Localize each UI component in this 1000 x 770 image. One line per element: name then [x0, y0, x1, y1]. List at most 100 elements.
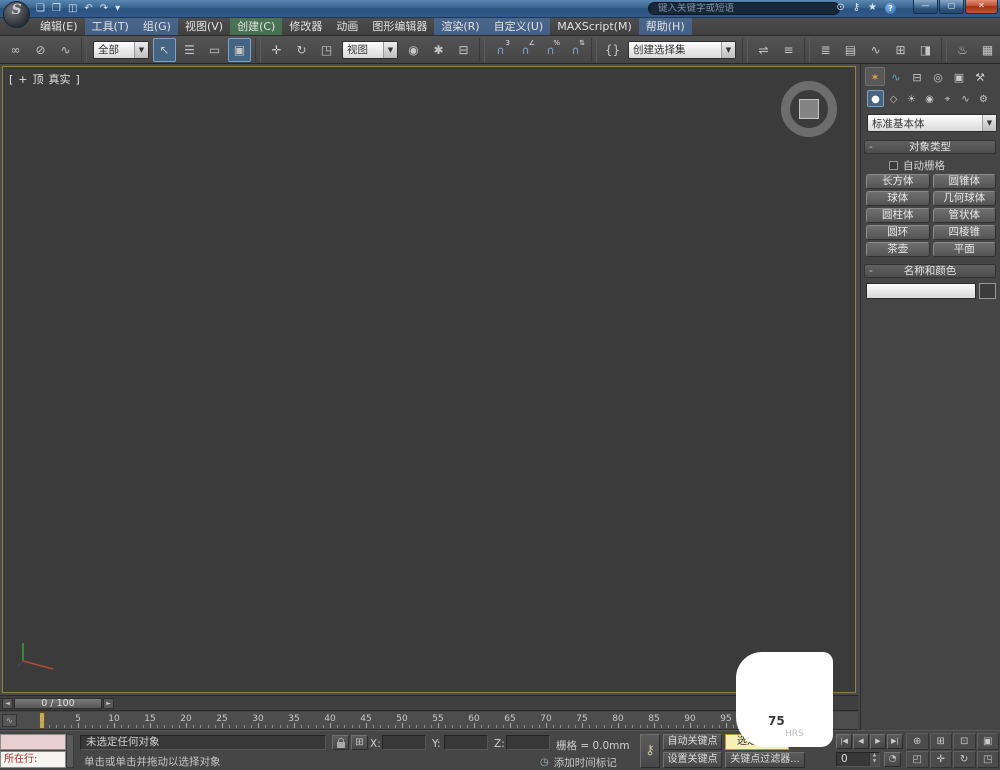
pan-icon[interactable]: ✛: [929, 751, 952, 768]
quick-access-more-icon[interactable]: ▾: [115, 2, 120, 15]
set-key-mode-toggle[interactable]: 设置关键点: [663, 752, 722, 768]
add-time-tag-button[interactable]: ◷ 添加时间标记: [540, 755, 617, 770]
viewport-top[interactable]: [+ 顶真实]: [2, 66, 856, 693]
save-file-icon[interactable]: ◫: [68, 2, 77, 15]
time-slider-handle[interactable]: 0 / 100: [14, 698, 102, 709]
menu-edit[interactable]: 编辑(E): [33, 18, 85, 35]
selection-filter-dropdown[interactable]: 全部 ▼: [93, 40, 149, 59]
reference-coordinate-system-dropdown[interactable]: 视图 ▼: [342, 40, 398, 59]
pyramid-button[interactable]: 四棱锥: [932, 225, 996, 240]
select-and-manipulate-icon[interactable]: ✱: [427, 38, 450, 62]
schematic-view-icon[interactable]: ⊞: [889, 38, 912, 62]
time-slider[interactable]: ◄ 0 / 100 ►: [0, 695, 858, 711]
close-button[interactable]: ✕: [965, 0, 998, 14]
edit-named-selection-sets-icon[interactable]: {}: [601, 38, 624, 62]
material-editor-icon[interactable]: ◨: [914, 38, 937, 62]
menu-graph-editors[interactable]: 图形编辑器: [365, 18, 434, 35]
viewcube-top-face[interactable]: [799, 99, 819, 119]
new-scene-icon[interactable]: ❏: [36, 2, 45, 15]
zoom-extents-icon[interactable]: ⊡: [953, 733, 976, 750]
category-cameras[interactable]: ◉: [921, 90, 938, 107]
zoom-extents-all-icon[interactable]: ▣: [976, 733, 999, 750]
tube-button[interactable]: 管状体: [932, 208, 996, 223]
select-and-rotate-icon[interactable]: ↻: [290, 38, 313, 62]
go-to-end-button[interactable]: ▶|: [887, 734, 903, 749]
named-selection-sets-dropdown[interactable]: 创建选择集 ▼: [628, 40, 736, 59]
selection-lock-toggle[interactable]: [332, 735, 349, 750]
percent-snap-toggle-icon[interactable]: ∩%: [539, 38, 562, 62]
auto-key-toggle[interactable]: 自动关键点: [663, 734, 722, 750]
y-coordinate-field[interactable]: [444, 735, 488, 750]
menu-customize[interactable]: 自定义(U): [486, 18, 551, 35]
window-crossing-toggle-icon[interactable]: ▣: [228, 37, 251, 62]
menu-animation[interactable]: 动画: [329, 18, 365, 35]
menu-create[interactable]: 创建(C): [230, 18, 283, 35]
menu-views[interactable]: 视图(V): [178, 18, 230, 35]
rendered-frame-window-icon[interactable]: ▦: [976, 38, 999, 62]
orbit-icon[interactable]: ↻: [953, 751, 976, 768]
rectangular-selection-region-icon[interactable]: ▭: [203, 38, 226, 62]
teapot-button[interactable]: 茶壶: [866, 242, 930, 257]
object-color-swatch[interactable]: [979, 283, 996, 299]
category-space-warps[interactable]: ∿: [957, 90, 974, 107]
communication-center-icon[interactable]: ⊙: [836, 2, 844, 14]
dropdown-arrow-icon[interactable]: ▼: [721, 41, 735, 58]
x-coordinate-field[interactable]: [382, 735, 426, 750]
menu-help[interactable]: 帮助(H): [638, 18, 692, 35]
sphere-button[interactable]: 球体: [866, 191, 930, 206]
minimize-button[interactable]: —: [913, 0, 938, 14]
mirror-icon[interactable]: ⇌: [752, 38, 775, 62]
open-file-icon[interactable]: ❒: [52, 2, 61, 15]
trackbar-ruler[interactable]: 0510152025303540455055606570758085909510…: [0, 712, 858, 729]
viewport-general-menu[interactable]: +: [18, 73, 27, 86]
help-icon[interactable]: ?: [885, 2, 896, 14]
play-button[interactable]: ▶: [870, 734, 886, 749]
category-geometry[interactable]: ●: [867, 90, 884, 107]
box-button[interactable]: 长方体: [866, 174, 930, 189]
select-and-scale-icon[interactable]: ◳: [315, 38, 338, 62]
viewport-shading-menu[interactable]: 真实: [49, 73, 71, 86]
render-setup-icon[interactable]: ♨: [951, 38, 974, 62]
zoom-region-icon[interactable]: ◰: [906, 751, 929, 768]
tab-utilities[interactable]: ⚒: [970, 67, 990, 86]
search-input[interactable]: [648, 2, 840, 15]
spinner-snap-toggle-icon[interactable]: ∩ ⇅: [564, 38, 587, 62]
category-lights[interactable]: ☀: [903, 90, 920, 107]
name-and-color-rollout-header[interactable]: - 名称和颜色: [864, 264, 996, 278]
viewcube[interactable]: [781, 81, 837, 137]
set-keys-button[interactable]: ⚷: [640, 734, 660, 768]
viewport-view-menu[interactable]: 顶: [33, 73, 44, 86]
menu-rendering[interactable]: 渲染(R): [434, 18, 487, 35]
keyboard-shortcut-override-icon[interactable]: ⊟: [452, 38, 475, 62]
zoom-all-icon[interactable]: ⊞: [929, 733, 952, 750]
tab-create[interactable]: ✶: [865, 67, 885, 86]
favorites-star-icon[interactable]: ★: [868, 2, 877, 14]
redo-icon[interactable]: ↷: [100, 2, 108, 15]
sign-in-key-icon[interactable]: ⚷: [853, 2, 860, 14]
undo-icon[interactable]: ↶: [84, 2, 92, 15]
dropdown-arrow-icon[interactable]: ▼: [134, 41, 148, 58]
zoom-icon[interactable]: ⊕: [906, 733, 929, 750]
menu-maxscript[interactable]: MAXScript(M): [550, 18, 639, 35]
z-coordinate-field[interactable]: [506, 735, 550, 750]
previous-frame-arrow[interactable]: ◄: [2, 698, 13, 709]
plane-button[interactable]: 平面: [932, 242, 996, 257]
previous-frame-button[interactable]: ◀: [853, 734, 869, 749]
track-bar[interactable]: ∿ 05101520253035404550556065707580859095…: [0, 712, 858, 730]
object-name-field[interactable]: [866, 283, 976, 299]
category-helpers[interactable]: ⌖: [939, 90, 956, 107]
align-icon[interactable]: ≡: [777, 38, 800, 62]
key-filters-button[interactable]: 关键点过滤器...: [725, 752, 805, 768]
select-and-link-icon[interactable]: ∞: [4, 38, 27, 62]
autogrid-checkbox[interactable]: 自动栅格: [889, 158, 945, 173]
use-pivot-point-center-icon[interactable]: ◉: [402, 38, 425, 62]
maximize-button[interactable]: ▢: [939, 0, 964, 14]
category-shapes[interactable]: ◇: [885, 90, 902, 107]
next-frame-arrow[interactable]: ►: [103, 698, 114, 709]
checkbox-box[interactable]: [889, 161, 898, 170]
object-subcategory-dropdown[interactable]: 标准基本体 ▼: [867, 114, 997, 132]
graphite-modeling-tools-icon[interactable]: ▤: [839, 38, 862, 62]
maxscript-mini-listener-field[interactable]: 所在行:: [0, 751, 66, 768]
bind-to-space-warp-icon[interactable]: ∿: [54, 38, 77, 62]
cylinder-button[interactable]: 圆柱体: [866, 208, 930, 223]
